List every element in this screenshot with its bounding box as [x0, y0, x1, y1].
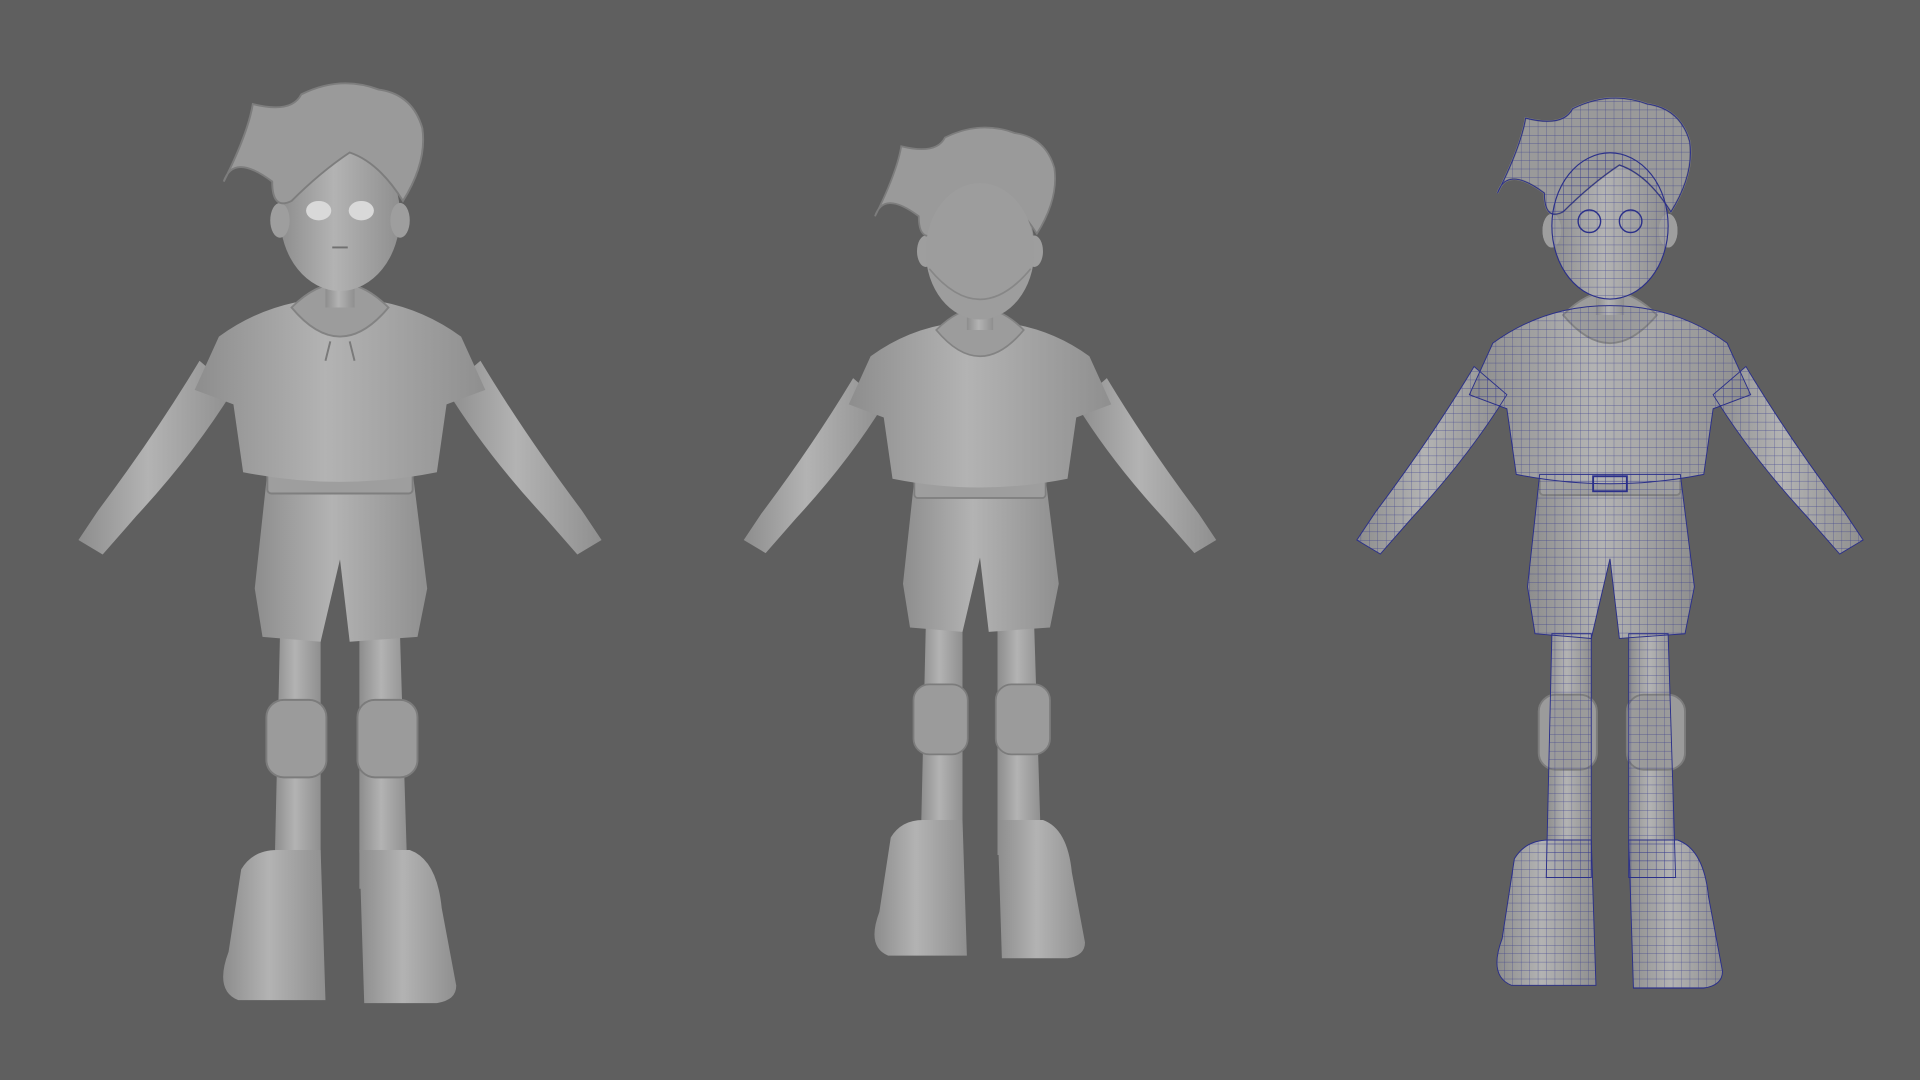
viewport: [0, 0, 1920, 1080]
character-back-view: [700, 0, 1260, 1080]
character-front-view: [30, 0, 650, 1080]
character-wireframe-view: [1310, 0, 1910, 1080]
